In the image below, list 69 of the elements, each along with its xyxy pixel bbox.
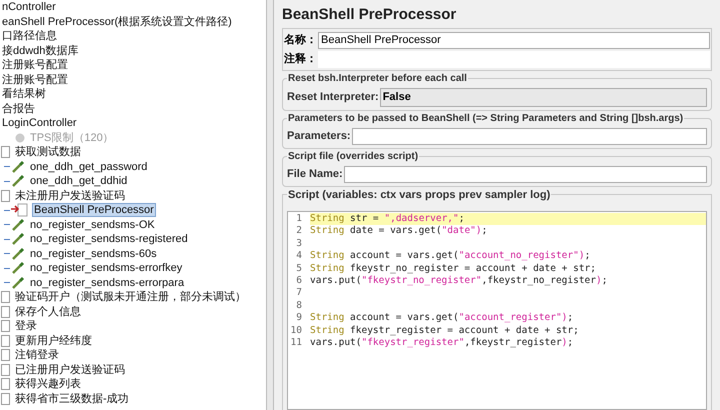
tree-item[interactable]: 保存个人信息 (13, 304, 83, 319)
document-arrow-icon (11, 203, 29, 218)
group-legend: Reset bsh.Interpreter before each call (287, 71, 468, 86)
comment-label: 注释： (284, 52, 318, 67)
tree-item[interactable]: 未注册用户发送验证码 (13, 188, 127, 203)
pipette-icon (11, 218, 25, 232)
splitter[interactable] (266, 0, 274, 410)
tree-connector-icon (4, 268, 10, 269)
code-line: 10 String fkeystr_register = account + date + str; (288, 324, 706, 337)
pipette-icon (11, 174, 25, 188)
reset-label: Reset Interpreter: (287, 90, 379, 106)
tree-item[interactable]: 验证码开户（测试服未开通注册，部分未调试） (13, 290, 248, 304)
tree-item[interactable]: 注册账号配置 (0, 72, 70, 87)
code-line: 2 String date = vars.get("date"); (288, 225, 706, 238)
file-name-label: File Name: (287, 167, 343, 182)
tree-connector-icon (4, 253, 10, 254)
tree-item[interactable]: 注销登录 (13, 348, 61, 362)
code-line: 9 String account = vars.get("account_register"); (288, 312, 706, 325)
tree-item[interactable]: 注册账号配置 (0, 58, 70, 72)
code-line: 11 vars.put("fkeystr_register",fkeystr_register); (288, 336, 706, 350)
tree-connector-icon (4, 166, 10, 168)
tree-item[interactable]: nController (0, 0, 58, 14)
tree-connector-icon (4, 224, 10, 226)
pipette-icon (11, 261, 25, 276)
tree-item[interactable]: no_register_sendsms-registered (28, 232, 190, 246)
tree-item[interactable]: no_register_sendsms-errorpara (28, 276, 186, 290)
tree-item[interactable]: one_ddh_get_ddhid (28, 174, 130, 188)
code-line: 4 String account = vars.get("account_no_register"); (288, 250, 706, 263)
tree-item[interactable]: 合报告 (0, 102, 37, 116)
parameters-label: Parameters: (287, 129, 351, 144)
file-name-field[interactable] (344, 166, 707, 183)
panel-title: BeanShell PreProcessor (282, 5, 458, 25)
tree-connector-icon (4, 238, 10, 240)
tree-item[interactable]: 已注册用户发送验证码 (13, 362, 127, 377)
pipette-icon (11, 246, 25, 261)
group-legend: Script (variables: ctx vars props prev sampler log) (287, 187, 552, 204)
tree-item[interactable]: 更新用户经纬度 (13, 334, 94, 348)
parameters-field[interactable] (352, 128, 707, 145)
tree-item[interactable]: 登录 (13, 319, 39, 334)
clock-icon (15, 132, 25, 143)
pipette-icon (11, 160, 25, 174)
tree-item[interactable]: 口路径信息 (0, 29, 59, 44)
code-line: 6 vars.put("fkeystr_no_register",fkeystr_no_register); (288, 274, 706, 288)
tree-connector-icon (4, 282, 10, 284)
reset-interpreter-dropdown[interactable]: False (380, 88, 707, 107)
pipette-icon (11, 276, 25, 290)
group-legend: Parameters to be passed to BeanShell (=> String Parameters and String []bsh.args) (287, 111, 684, 126)
tree-item[interactable]: no_register_sendsms-OK (28, 218, 157, 232)
tree-item[interactable]: BeanShell PreProcessor (32, 203, 156, 218)
tree-item[interactable]: no_register_sendsms-60s (28, 246, 159, 261)
tree-item[interactable]: 获得省市三级数据-成功 (13, 392, 131, 406)
tree-item[interactable]: one_ddh_get_password (28, 160, 150, 174)
tree-item[interactable]: eanShell PreProcessor(根据系统设置文件路径) (0, 14, 234, 29)
name-field[interactable]: BeanShell PreProcessor (318, 32, 710, 48)
code-line: 5 String fkeystr_no_register = account + date + str; (288, 262, 706, 275)
tree-item[interactable]: LoginController (0, 116, 79, 130)
tree-item[interactable]: no_register_sendsms-errorfkey (28, 261, 184, 276)
line-number: 1 (288, 213, 310, 226)
group-legend: Script file (overrides script) (287, 149, 420, 164)
tree-connector-icon (4, 210, 10, 211)
tree-item[interactable]: 获取测试数据 (13, 145, 83, 160)
tree-connector-icon (4, 180, 10, 182)
name-label: 名称： (284, 32, 318, 48)
tree-item[interactable]: 接ddwdh数据库 (0, 44, 80, 58)
code-editor[interactable] (287, 211, 707, 410)
tree-item[interactable]: 获得兴趣列表 (13, 377, 83, 392)
pipette-icon (11, 232, 25, 246)
comment-field[interactable] (318, 50, 710, 68)
tree-item[interactable]: 看结果树 (0, 87, 48, 102)
